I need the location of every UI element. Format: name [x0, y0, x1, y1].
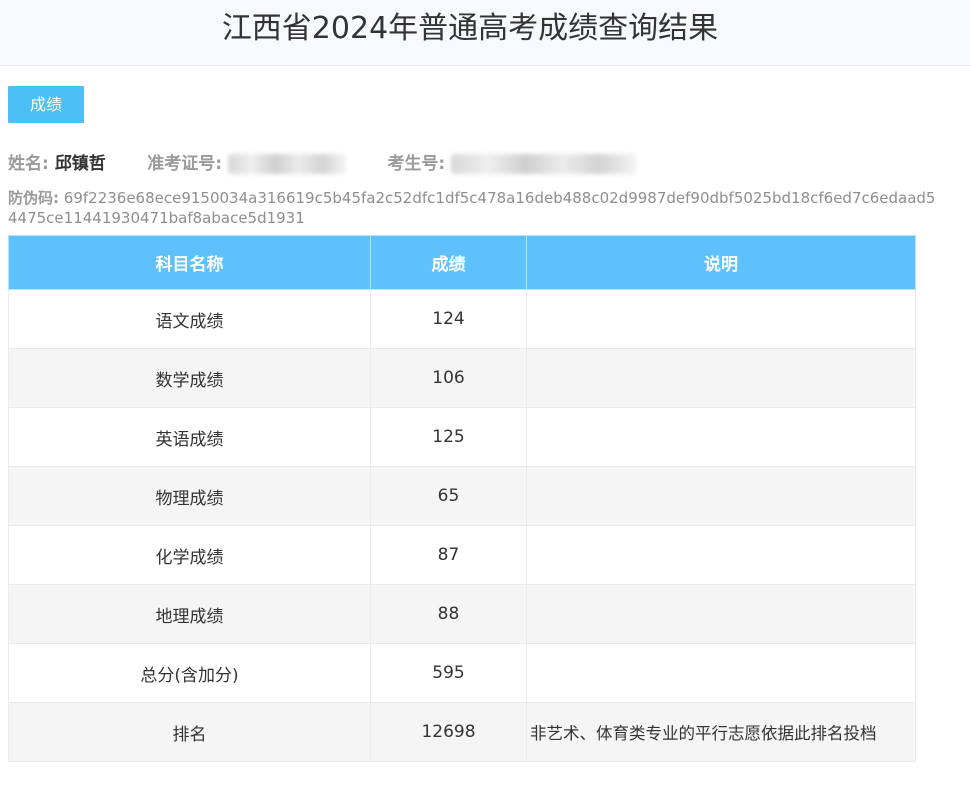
score-cell: 88 — [370, 584, 527, 644]
anti-fake-value: 69f2236e68ece9150034a316619c5b45fa2c52df… — [8, 189, 936, 227]
score-cell: 12698 — [370, 702, 527, 762]
table-row: 地理成绩 88 — [8, 584, 916, 644]
tab-scores[interactable]: 成绩 — [8, 86, 84, 123]
score-cell: 124 — [370, 289, 527, 349]
page-header: 江西省2024年普通高考成绩查询结果 — [0, 0, 970, 66]
table-row: 物理成绩 65 — [8, 466, 916, 526]
subject-cell: 英语成绩 — [8, 407, 371, 467]
subject-cell: 语文成绩 — [8, 289, 371, 349]
anti-fake-code: 防伪码: 69f2236e68ece9150034a316619c5b45fa2… — [8, 188, 938, 228]
table-row: 化学成绩 87 — [8, 525, 916, 585]
page-title: 江西省2024年普通高考成绩查询结果 — [221, 11, 719, 46]
subject-cell: 地理成绩 — [8, 584, 371, 644]
subject-cell: 数学成绩 — [8, 348, 371, 408]
col-header-subject: 科目名称 — [8, 235, 371, 290]
name-label: 姓名: — [8, 154, 49, 174]
subject-cell: 排名 — [8, 702, 371, 762]
score-cell: 125 — [370, 407, 527, 467]
score-cell: 87 — [370, 525, 527, 585]
table-row: 英语成绩 125 — [8, 407, 916, 467]
table-row: 排名 12698 非艺术、体育类专业的平行志愿依据此排名投档 — [8, 702, 916, 762]
student-name: 邱镇哲 — [54, 154, 106, 174]
anti-fake-label: 防伪码: — [8, 189, 59, 207]
table-row: 数学成绩 106 — [8, 348, 916, 408]
note-cell — [526, 525, 916, 585]
subject-cell: 化学成绩 — [8, 525, 371, 585]
subject-cell: 总分(含加分) — [8, 643, 371, 703]
exam-id-label: 准考证号: — [147, 154, 223, 174]
col-header-note: 说明 — [526, 235, 916, 290]
candidate-no-label: 考生号: — [387, 154, 446, 174]
score-cell: 106 — [370, 348, 527, 408]
table-row: 语文成绩 124 — [8, 289, 916, 349]
note-cell — [526, 348, 916, 408]
table-row: 总分(含加分) 595 — [8, 643, 916, 703]
col-header-score: 成绩 — [370, 235, 527, 290]
note-cell: 非艺术、体育类专业的平行志愿依据此排名投档 — [526, 702, 916, 762]
subject-cell: 物理成绩 — [8, 466, 371, 526]
score-table: 科目名称 成绩 说明 语文成绩 124 数学成绩 106 英语成绩 125 物理… — [8, 235, 916, 762]
score-cell: 65 — [370, 466, 527, 526]
note-cell — [526, 289, 916, 349]
note-cell — [526, 407, 916, 467]
candidate-no-redacted — [451, 154, 638, 174]
note-cell — [526, 466, 916, 526]
exam-id-redacted — [228, 154, 347, 174]
table-header-row: 科目名称 成绩 说明 — [8, 235, 916, 290]
note-cell — [526, 584, 916, 644]
note-cell — [526, 643, 916, 703]
score-cell: 595 — [370, 643, 527, 703]
student-info: 姓名: 邱镇哲 准考证号: 考生号: — [8, 152, 638, 176]
